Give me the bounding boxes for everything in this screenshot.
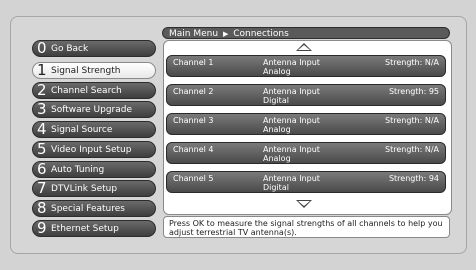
channel-input: Antenna Input Analog	[263, 145, 320, 163]
channel-strength: Strength: N/A	[385, 116, 439, 125]
menu-item-label: Go Back	[51, 44, 89, 54]
channel-row[interactable]: Channel 2 Antenna Input Digital Strength:…	[166, 84, 446, 106]
channel-input: Antenna Input Analog	[263, 116, 320, 134]
menu-item-label: Video Input Setup	[51, 145, 132, 155]
menu-item-label: Ethernet Setup	[51, 224, 119, 234]
channel-input-type: Analog	[263, 154, 291, 163]
breadcrumb: Main Menu ▶ Connections	[162, 27, 450, 39]
channel-input-type: Digital	[263, 183, 289, 192]
channel-input-source: Antenna Input	[263, 116, 320, 125]
up-arrow-icon[interactable]	[296, 43, 312, 51]
menu-item-label: Special Features	[51, 204, 125, 214]
channel-input: Antenna Input Digital	[263, 87, 320, 105]
menu-item-signal-source[interactable]: 4 Signal Source	[32, 121, 156, 138]
breadcrumb-current: Connections	[233, 29, 289, 39]
channel-input-type: Analog	[263, 125, 291, 134]
menu-item-label: DTVLink Setup	[51, 184, 118, 194]
channel-row[interactable]: Channel 3 Antenna Input Analog Strength: …	[166, 113, 446, 135]
menu-item-label: Software Upgrade	[51, 105, 133, 115]
channel-input-source: Antenna Input	[263, 87, 320, 96]
menu-item-label: Signal Strength	[51, 66, 121, 76]
channel-input: Antenna Input Digital	[263, 174, 320, 192]
channel-name: Channel 5	[173, 174, 214, 183]
help-text-box: Press OK to measure the signal strengths…	[163, 216, 450, 238]
menu-item-number: 1	[37, 62, 47, 79]
breadcrumb-root: Main Menu	[169, 29, 219, 39]
channel-strength: Strength: N/A	[385, 58, 439, 67]
menu-item-special-features[interactable]: 8 Special Features	[32, 200, 156, 217]
channel-strength: Strength: N/A	[385, 145, 439, 154]
menu-item-signal-strength[interactable]: 1 Signal Strength	[32, 62, 156, 79]
menu-item-video-input-setup[interactable]: 5 Video Input Setup	[32, 141, 156, 158]
menu-item-label: Auto Tuning	[51, 165, 105, 175]
menu-item-number: 4	[37, 121, 47, 138]
breadcrumb-separator-icon: ▶	[222, 30, 229, 38]
menu-item-auto-tuning[interactable]: 6 Auto Tuning	[32, 161, 156, 178]
channel-strength: Strength: 95	[388, 87, 439, 96]
channel-row[interactable]: Channel 4 Antenna Input Analog Strength: …	[166, 142, 446, 164]
channel-name: Channel 2	[173, 87, 214, 96]
channel-strength: Strength: 94	[388, 174, 439, 183]
menu-item-number: 3	[37, 101, 47, 118]
menu-item-go-back[interactable]: 0 Go Back	[32, 40, 156, 57]
menu-item-label: Signal Source	[51, 125, 113, 135]
channel-input-type: Digital	[263, 96, 289, 105]
channel-input: Antenna Input Analog	[263, 58, 320, 76]
channel-input-source: Antenna Input	[263, 145, 320, 154]
channel-name: Channel 3	[173, 116, 214, 125]
menu-item-number: 6	[37, 161, 47, 178]
channel-input-source: Antenna Input	[263, 58, 320, 67]
down-arrow-icon[interactable]	[296, 200, 312, 208]
menu-item-channel-search[interactable]: 2 Channel Search	[32, 82, 156, 99]
channel-input-source: Antenna Input	[263, 174, 320, 183]
channel-row[interactable]: Channel 5 Antenna Input Digital Strength:…	[166, 171, 446, 193]
menu-item-number: 0	[37, 40, 47, 57]
menu-item-number: 8	[37, 200, 47, 217]
menu-item-label: Channel Search	[51, 86, 122, 96]
channel-input-type: Analog	[263, 67, 291, 76]
channel-name: Channel 4	[173, 145, 214, 154]
menu-item-number: 2	[37, 82, 47, 99]
menu-item-dtvlink-setup[interactable]: 7 DTVLink Setup	[32, 180, 156, 197]
channel-row[interactable]: Channel 1 Antenna Input Analog Strength: …	[166, 55, 446, 77]
menu-item-number: 7	[37, 180, 47, 197]
help-text: Press OK to measure the signal strengths…	[169, 219, 443, 237]
menu-item-number: 9	[37, 220, 47, 237]
menu-item-software-upgrade[interactable]: 3 Software Upgrade	[32, 101, 156, 118]
menu-item-ethernet-setup[interactable]: 9 Ethernet Setup	[32, 220, 156, 237]
menu-item-number: 5	[37, 141, 47, 158]
channel-name: Channel 1	[173, 58, 214, 67]
